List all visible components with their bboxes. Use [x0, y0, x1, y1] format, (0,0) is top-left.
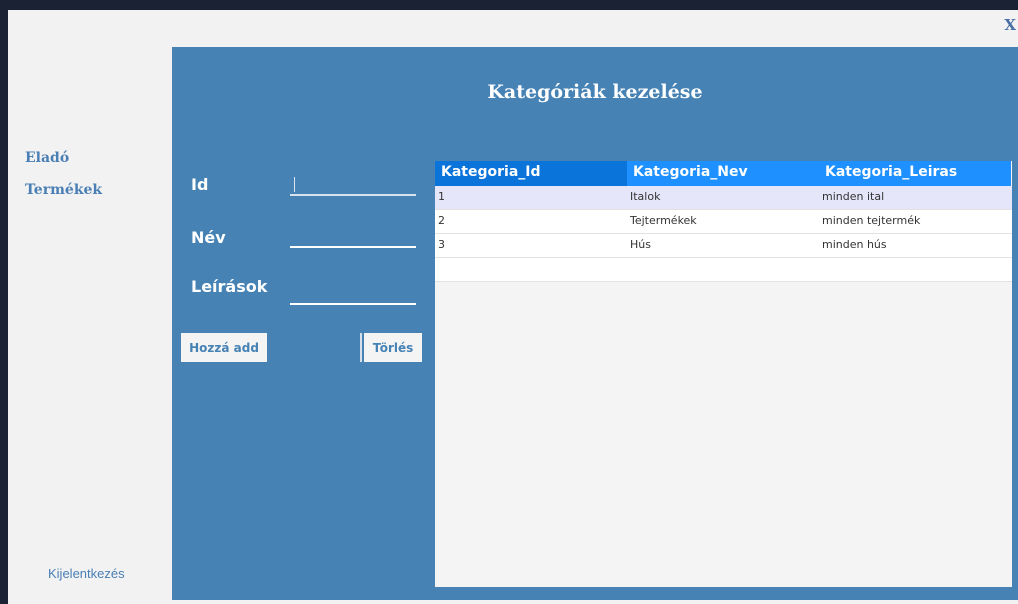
description-input[interactable] — [290, 283, 416, 305]
table-cell: minden ital — [822, 190, 885, 203]
table-cell: 1 — [438, 190, 445, 203]
description-label: Leírások — [191, 277, 268, 296]
app-window: X Eladó Termékek Kijelentkezés Kategóriá… — [8, 10, 1018, 604]
nav-link-termekek[interactable]: Termékek — [25, 182, 102, 198]
button-divider — [360, 333, 362, 362]
add-button[interactable]: Hozzá add — [181, 333, 267, 362]
name-label: Név — [191, 228, 226, 247]
name-input[interactable] — [290, 226, 416, 248]
table-cell: Italok — [630, 190, 661, 203]
category-table[interactable]: Kategoria_Id Kategoria_Nev Kategoria_Lei… — [435, 161, 1012, 587]
logout-link[interactable]: Kijelentkezés — [48, 566, 125, 581]
table-cell: minden hús — [822, 238, 887, 251]
column-header-kategoria-leiras[interactable]: Kategoria_Leiras — [819, 161, 1011, 186]
id-label: Id — [191, 175, 209, 194]
column-header-kategoria-nev[interactable]: Kategoria_Nev — [627, 161, 819, 186]
table-cell: 3 — [438, 238, 445, 251]
table-cell: 2 — [438, 214, 445, 227]
page-title: Kategóriák kezelése — [487, 81, 703, 103]
text-caret — [294, 177, 295, 192]
table-row[interactable]: 2 Tejtermékek minden tejtermék — [435, 210, 1012, 234]
table-cell: minden tejtermék — [822, 214, 921, 227]
id-input[interactable] — [290, 174, 416, 196]
table-row[interactable]: 3 Hús minden hús — [435, 234, 1012, 258]
table-cell: Tejtermékek — [630, 214, 697, 227]
table-cell: Hús — [630, 238, 651, 251]
category-panel: Kategóriák kezelése Id Név Leírások Hozz… — [172, 47, 1018, 600]
table-header: Kategoria_Id Kategoria_Nev Kategoria_Lei… — [435, 161, 1012, 186]
delete-button[interactable]: Törlés — [364, 333, 422, 362]
nav-link-elado[interactable]: Eladó — [25, 150, 69, 166]
new-row[interactable] — [435, 258, 1012, 282]
table-row[interactable]: 1 Italok minden ital — [435, 186, 1012, 210]
close-icon[interactable]: X — [1004, 16, 1016, 34]
column-header-kategoria-id[interactable]: Kategoria_Id — [435, 161, 627, 186]
